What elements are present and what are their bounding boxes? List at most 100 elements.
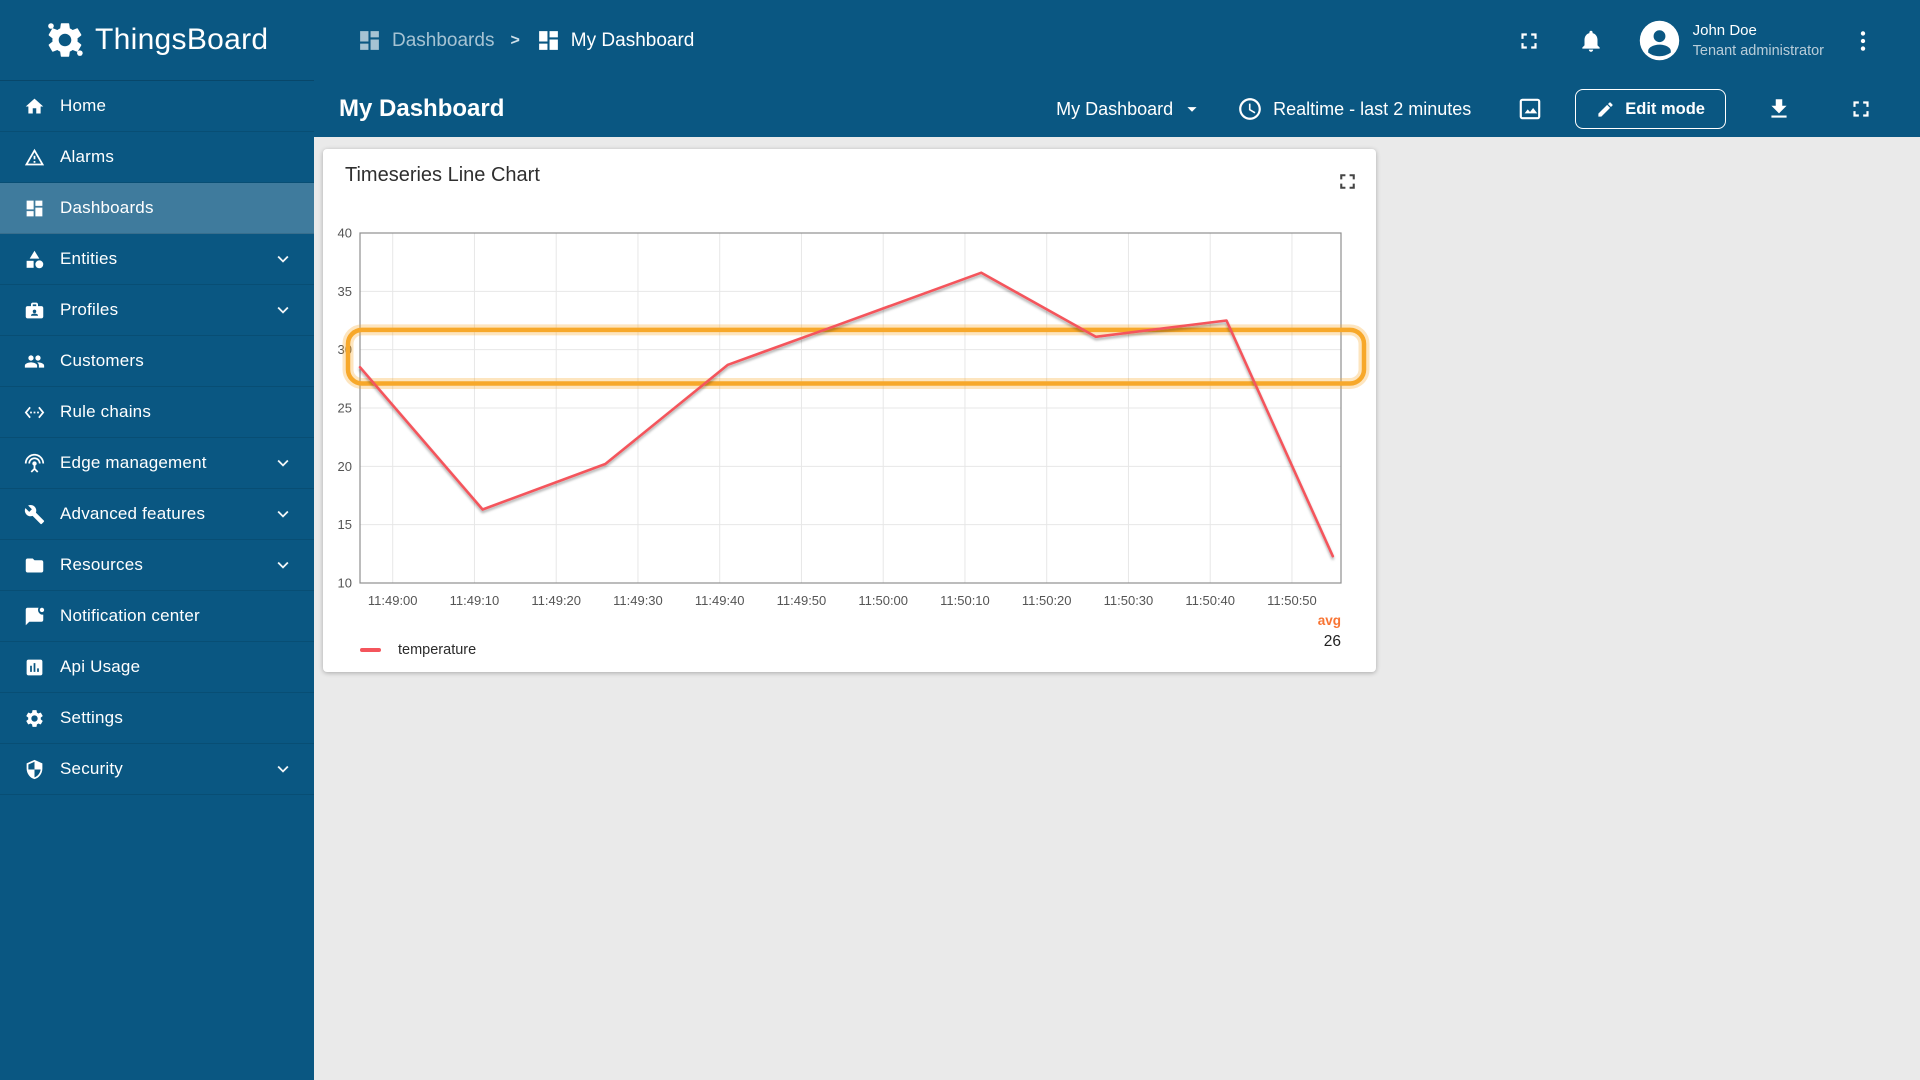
sidebar-item-label: Entities <box>60 249 118 268</box>
sidebar-item-label: Edge management <box>60 453 207 472</box>
sidebar-item-label: Api Usage <box>60 657 141 676</box>
series-color-dash <box>360 647 381 653</box>
settings-icon <box>26 709 43 727</box>
svg-text:11:50:00: 11:50:00 <box>858 593 908 608</box>
expand-dashboard-button[interactable] <box>1848 96 1874 122</box>
notification-center-icon <box>25 607 45 625</box>
chevron-icon <box>277 255 289 263</box>
sidebar-item-label: Profiles <box>60 300 119 319</box>
fullscreen-icon <box>1853 101 1869 117</box>
download-button[interactable] <box>1766 96 1792 122</box>
sidebar-item-advanced-features[interactable]: Advanced features <box>0 489 314 540</box>
topbar: Dashboards > My Dashboard John Doe Tenan… <box>314 0 1920 81</box>
svg-text:10: 10 <box>338 576 352 591</box>
svg-text:11:49:10: 11:49:10 <box>450 593 500 608</box>
advanced-features-icon <box>24 504 45 524</box>
sidebar-item-label: Notification center <box>60 606 200 625</box>
dashboard-toolbar: My Dashboard My Dashboard Realtime - las… <box>314 81 1920 137</box>
svg-text:35: 35 <box>338 284 352 299</box>
image-icon <box>1519 98 1541 120</box>
breadcrumb-separator: > <box>510 31 520 49</box>
notifications-button[interactable] <box>1578 28 1604 54</box>
more-vert-icon <box>1860 30 1866 51</box>
sidebar-item-label: Advanced features <box>60 504 206 523</box>
svg-text:11:50:20: 11:50:20 <box>1022 593 1072 608</box>
security-icon <box>26 759 43 779</box>
sidebar-item-customers[interactable]: Customers <box>0 336 314 387</box>
sidebar-item-alarms[interactable]: Alarms <box>0 132 314 183</box>
svg-text:40: 40 <box>338 226 352 241</box>
avatar <box>1639 20 1679 61</box>
caret-down-icon <box>1187 107 1197 112</box>
download-icon <box>1771 99 1787 118</box>
timeseries-chart: 1015202530354011:49:00 11:49:10 11:49:20 11… <box>338 226 1370 608</box>
chevron-icon <box>277 306 289 314</box>
dashboard-select[interactable]: My Dashboard <box>1056 98 1203 120</box>
svg-text:11:50:10: 11:50:10 <box>940 593 990 608</box>
sidebar-item-resources[interactable]: Resources <box>0 540 314 591</box>
sidebar-menu: Home Alarms Dashboards Entities Profiles Cust… <box>0 81 314 795</box>
sidebar-item-notification-center[interactable]: Notification center <box>0 591 314 642</box>
avg-label: avg <box>1317 613 1341 628</box>
breadcrumb-my-dashboard[interactable]: My Dashboard <box>536 28 694 53</box>
alarms-icon <box>24 148 45 165</box>
svg-text:11:49:20: 11:49:20 <box>531 593 581 608</box>
timewindow-button[interactable]: Realtime - last 2 minutes <box>1237 96 1471 122</box>
fullscreen-button[interactable] <box>1516 28 1542 54</box>
profiles-icon <box>25 302 44 318</box>
dashboard-toolbar-actions: My Dashboard Realtime - last 2 minutes E… <box>1056 89 1920 129</box>
fullscreen-icon <box>1521 32 1537 49</box>
sidebar-item-label: Resources <box>60 555 144 574</box>
svg-text:11:50:50: 11:50:50 <box>1267 593 1317 608</box>
notifications-bell-icon <box>1581 30 1600 52</box>
api-usage-icon <box>26 659 43 675</box>
series-label: temperature <box>398 642 477 658</box>
rule-chains-icon <box>24 406 45 418</box>
svg-text:11:49:00: 11:49:00 <box>368 593 418 608</box>
dashboards-icon <box>538 31 558 50</box>
dashboard-image-button[interactable] <box>1517 96 1543 122</box>
thingsboard-gear-icon <box>48 23 83 57</box>
sidebar-item-settings[interactable]: Settings <box>0 693 314 744</box>
user-name: John Doe <box>1692 21 1757 39</box>
chevron-icon <box>277 561 289 569</box>
svg-text:25: 25 <box>338 401 352 416</box>
user-menu[interactable]: John Doe Tenant administrator <box>1638 19 1850 62</box>
chevron-down-icon <box>272 299 294 321</box>
user-info: John Doe Tenant administrator <box>1693 21 1824 61</box>
edit-mode-button[interactable]: Edit mode <box>1575 89 1726 129</box>
sidebar-item-rule-chains[interactable]: Rule chains <box>0 387 314 438</box>
svg-text:15: 15 <box>338 517 352 532</box>
chevron-down-icon <box>272 554 294 576</box>
chevron-down-icon <box>272 758 294 780</box>
sidebar-item-profiles[interactable]: Profiles <box>0 285 314 336</box>
breadcrumb: Dashboards > My Dashboard <box>314 28 694 53</box>
sidebar-item-dashboards[interactable]: Dashboards <box>0 183 314 234</box>
sidebar-item-security[interactable]: Security <box>0 744 314 795</box>
chevron-icon <box>277 510 289 518</box>
more-menu-button[interactable] <box>1850 28 1876 54</box>
svg-text:11:50:30: 11:50:30 <box>1104 593 1154 608</box>
sidebar-item-entities[interactable]: Entities <box>0 234 314 285</box>
sidebar-item-label: Rule chains <box>60 402 152 421</box>
timewindow-label: Realtime - last 2 minutes <box>1273 98 1472 119</box>
topbar-actions: John Doe Tenant administrator <box>1516 19 1920 62</box>
svg-text:20: 20 <box>338 459 352 474</box>
sidebar-item-home[interactable]: Home <box>0 81 314 132</box>
sidebar-item-label: Alarms <box>60 147 115 166</box>
svg-text:11:49:50: 11:49:50 <box>777 593 827 608</box>
sidebar-item-api-usage[interactable]: Api Usage <box>0 642 314 693</box>
legend-item-temperature[interactable]: temperature <box>360 642 476 658</box>
app-logo[interactable]: ThingsBoard <box>0 0 314 81</box>
app-name: ThingsBoard <box>95 23 269 56</box>
sidebar-item-label: Security <box>60 759 124 778</box>
avg-value: 26 <box>1323 633 1341 650</box>
sidebar-item-label: Home <box>60 96 107 115</box>
dashboard-content: Timeseries Line Chart 10 15 20 25 30 35 40 11:4… <box>314 137 1920 1080</box>
sidebar-item-edge-management[interactable]: Edge management <box>0 438 314 489</box>
chevron-icon <box>277 459 289 467</box>
chevron-down-icon <box>272 248 294 270</box>
breadcrumb-dashboards[interactable]: Dashboards <box>357 28 494 53</box>
customers-icon <box>24 354 45 368</box>
sidebar-item-label: Settings <box>60 708 124 727</box>
